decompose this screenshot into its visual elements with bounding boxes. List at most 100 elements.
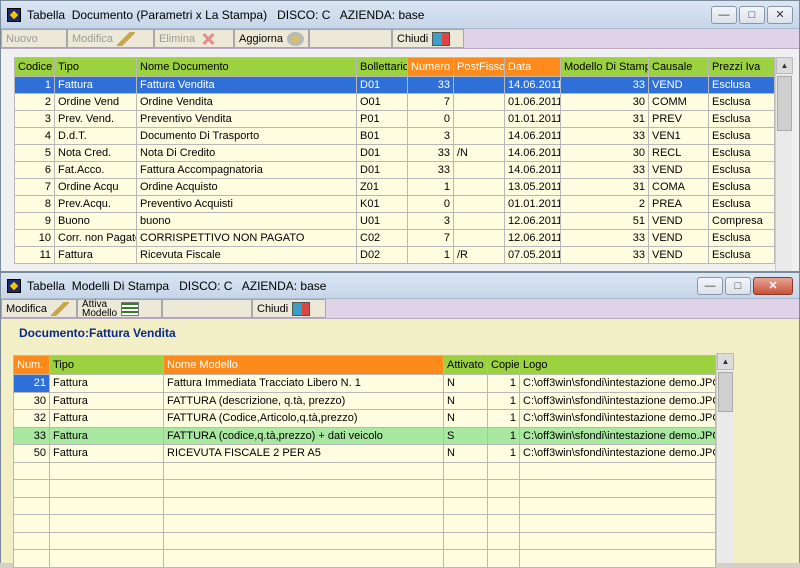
table-cell[interactable]: Buono [54, 212, 137, 230]
table-cell[interactable]: 8 [14, 195, 55, 213]
table-row[interactable]: 3 Prev. Vend. Preventivo Vendita P01 0 01.01.… [14, 110, 775, 128]
table-cell[interactable]: Fattura [54, 76, 137, 94]
table-cell[interactable] [163, 479, 444, 498]
table-cell[interactable]: Esclusa [708, 76, 775, 94]
table-cell[interactable]: 31 [560, 178, 649, 196]
table-row[interactable]: 8 Prev.Acqu. Preventivo Acquisti K01 0 01.01.… [14, 195, 775, 213]
table-cell[interactable] [453, 76, 505, 94]
table-cell[interactable]: 4 [14, 127, 55, 145]
column-header[interactable]: Tipo [54, 57, 137, 77]
chiudi-button[interactable]: Chiudi [392, 29, 464, 48]
table-cell[interactable]: 14.06.2011 [504, 127, 561, 145]
table-cell[interactable]: PREA [648, 195, 709, 213]
table-cell[interactable]: 1 [14, 76, 55, 94]
table-cell[interactable]: Compresa [708, 212, 775, 230]
table-cell[interactable]: C:\off3win\sfondi\intestazione demo.JPG … [519, 391, 716, 410]
table-cell[interactable]: 50 [13, 444, 50, 463]
table-cell[interactable] [49, 461, 164, 480]
table-cell[interactable]: 33 [407, 144, 454, 162]
table-cell[interactable]: Nota Di Credito [136, 144, 357, 162]
table-cell[interactable] [49, 531, 164, 550]
table-row[interactable]: 4 D.d.T. Documento Di Trasporto B01 3 14.06.2… [14, 127, 775, 145]
table-cell[interactable] [519, 496, 716, 515]
table-cell[interactable]: Prev.Acqu. [54, 195, 137, 213]
maximize-button[interactable]: □ [739, 5, 765, 24]
table-cell[interactable] [453, 110, 505, 128]
table-row[interactable]: 33 Fattura FATTURA (codice,q.tà,prezzo) + … [13, 426, 716, 445]
table-cell[interactable] [487, 549, 520, 568]
scroll-up-arrow-icon[interactable]: ▲ [776, 57, 793, 74]
table-cell[interactable]: C02 [356, 229, 408, 247]
close-button[interactable]: ✕ [753, 276, 793, 295]
maximize-button[interactable]: □ [725, 276, 751, 295]
column-header[interactable]: Codice [14, 57, 55, 77]
table-cell[interactable] [13, 496, 50, 515]
table-cell[interactable]: Documento Di Trasporto [136, 127, 357, 145]
table-cell[interactable]: 14.06.2011 [504, 76, 561, 94]
vertical-scrollbar[interactable]: ▲ [775, 57, 793, 271]
table-cell[interactable]: 01.06.2011 [504, 93, 561, 111]
column-header[interactable]: Nome Modello [163, 355, 444, 375]
column-header[interactable]: Causale [648, 57, 709, 77]
table-cell[interactable] [13, 479, 50, 498]
table-row[interactable]: 21 Fattura Fattura Immediata Tracciato Lib… [13, 374, 716, 393]
table-cell[interactable]: U01 [356, 212, 408, 230]
column-header[interactable]: Attivato [443, 355, 488, 375]
table-cell[interactable]: Ricevuta Fiscale [136, 246, 357, 264]
table-cell[interactable]: Esclusa [708, 144, 775, 162]
column-header[interactable]: Modello Di Stampa [560, 57, 649, 77]
table-cell[interactable]: 1 [407, 246, 454, 264]
table-cell[interactable]: 30 [13, 391, 50, 410]
table-cell[interactable]: K01 [356, 195, 408, 213]
table-cell[interactable]: Esclusa [708, 127, 775, 145]
table-cell[interactable]: COMA [648, 178, 709, 196]
table-cell[interactable]: 33 [560, 127, 649, 145]
table-cell[interactable]: RECL [648, 144, 709, 162]
table-cell[interactable]: Nota Cred. [54, 144, 137, 162]
table-cell[interactable]: 12.06.2011 [504, 229, 561, 247]
table-cell[interactable]: 1 [487, 409, 520, 428]
table-cell[interactable]: Fattura [49, 374, 164, 393]
table-cell[interactable] [163, 514, 444, 533]
table-cell[interactable]: 33 [13, 426, 50, 445]
table-cell[interactable]: Ordine Vendita [136, 93, 357, 111]
table-cell[interactable]: buono [136, 212, 357, 230]
table-cell[interactable]: Fattura [49, 409, 164, 428]
table-cell[interactable]: Esclusa [708, 178, 775, 196]
table-cell[interactable]: Esclusa [708, 110, 775, 128]
table-cell[interactable] [453, 178, 505, 196]
table-cell[interactable]: 30 [560, 144, 649, 162]
table-cell[interactable]: 2 [560, 195, 649, 213]
table-cell[interactable]: C:\off3win\sfondi\intestazione demo.JPG … [519, 409, 716, 428]
table-cell[interactable]: D02 [356, 246, 408, 264]
table-cell[interactable]: 3 [14, 110, 55, 128]
table-cell[interactable]: 14.06.2011 [504, 161, 561, 179]
table-cell[interactable] [163, 531, 444, 550]
table-cell[interactable]: 12.06.2011 [504, 212, 561, 230]
column-header[interactable]: Copie [487, 355, 520, 375]
table-cell[interactable] [49, 549, 164, 568]
table-cell[interactable]: Fattura [49, 444, 164, 463]
table-cell[interactable]: Fattura [49, 426, 164, 445]
table-cell[interactable]: 13.05.2011 [504, 178, 561, 196]
table-cell[interactable]: O01 [356, 93, 408, 111]
table-cell[interactable]: /N [453, 144, 505, 162]
table-cell[interactable] [519, 479, 716, 498]
table-cell[interactable] [163, 496, 444, 515]
table-cell[interactable]: COMM [648, 93, 709, 111]
table-cell[interactable]: FATTURA (descrizione, q.tà, prezzo) [163, 391, 444, 410]
table-cell[interactable]: N [443, 374, 488, 393]
empty-row[interactable] [13, 531, 716, 550]
table-cell[interactable] [519, 461, 716, 480]
column-header[interactable]: Num. [13, 355, 50, 375]
table-row[interactable]: 50 Fattura RICEVUTA FISCALE 2 PER A5 N 1 C:\o… [13, 444, 716, 463]
table-cell[interactable]: N [443, 409, 488, 428]
table-cell[interactable]: VEND [648, 229, 709, 247]
column-header[interactable]: Nome Documento [136, 57, 357, 77]
table-cell[interactable]: N [443, 391, 488, 410]
table-cell[interactable]: 51 [560, 212, 649, 230]
table-cell[interactable]: Esclusa [708, 93, 775, 111]
table-cell[interactable]: 1 [487, 374, 520, 393]
empty-row[interactable] [13, 514, 716, 533]
table-cell[interactable]: 10 [14, 229, 55, 247]
